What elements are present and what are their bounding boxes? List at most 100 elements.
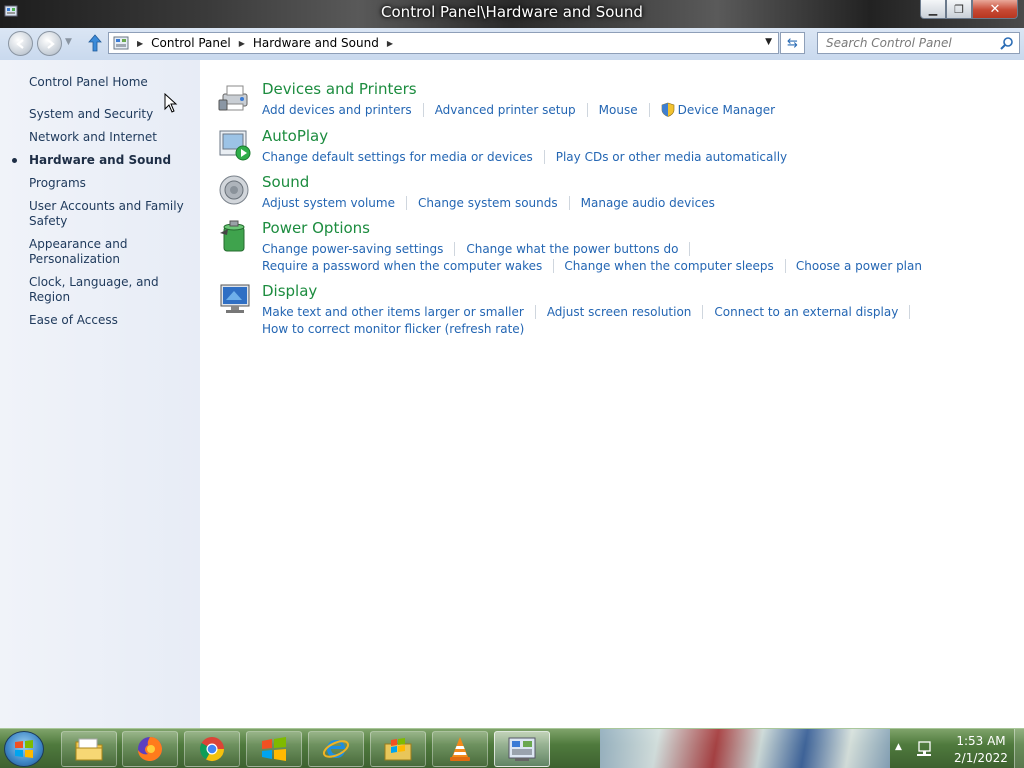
start-button[interactable] [4, 731, 44, 767]
sidebar-item-clock-language-region[interactable]: Clock, Language, and Region [29, 275, 194, 305]
close-icon: ✕ [989, 1, 1001, 17]
link-adjust-system-volume[interactable]: Adjust system volume [262, 196, 395, 210]
address-dropdown-icon[interactable]: ▼ [765, 37, 772, 47]
link-separator [454, 241, 456, 256]
link-change-when-computer-sleeps[interactable]: Change when the computer sleeps [564, 259, 773, 273]
forward-arrow-icon [46, 38, 55, 49]
battery-icon[interactable] [218, 219, 252, 253]
chrome-icon [199, 737, 224, 762]
taskbar-firefox[interactable] [122, 731, 178, 767]
link-manage-audio-devices[interactable]: Manage audio devices [581, 196, 715, 210]
back-arrow-icon [15, 38, 24, 49]
autoplay-icon[interactable] [218, 127, 252, 161]
link-device-manager[interactable]: Device Manager [661, 102, 775, 117]
breadcrumb-hardware-and-sound[interactable]: Hardware and Sound [253, 36, 379, 50]
control-panel-home-link[interactable]: Control Panel Home [29, 75, 148, 89]
close-button[interactable]: ✕ [972, 0, 1018, 19]
link-correct-monitor-flicker[interactable]: How to correct monitor flicker (refresh … [262, 322, 524, 336]
link-device-manager-label[interactable]: Device Manager [678, 103, 775, 117]
link-mouse[interactable]: Mouse [599, 103, 638, 117]
windows-logo-icon [15, 740, 33, 758]
speaker-icon[interactable] [218, 173, 252, 207]
network-icon[interactable] [915, 740, 933, 758]
forward-button[interactable] [37, 31, 62, 56]
printer-icon[interactable] [218, 80, 252, 114]
internet-explorer-icon [322, 740, 350, 758]
window-title: Control Panel\Hardware and Sound [381, 3, 643, 21]
link-play-cds-automatically[interactable]: Play CDs or other media automatically [556, 150, 787, 164]
link-separator [702, 304, 704, 319]
breadcrumb-separator-icon[interactable]: ▶ [239, 39, 245, 48]
display-title[interactable]: Display [262, 282, 317, 300]
power-options-title[interactable]: Power Options [262, 219, 370, 237]
link-add-devices-and-printers[interactable]: Add devices and printers [262, 103, 412, 117]
firefox-icon [138, 737, 162, 761]
breadcrumb-control-panel[interactable]: Control Panel [151, 36, 231, 50]
sidebar-item-appearance[interactable]: Appearance and Personalization [29, 237, 194, 267]
search-box[interactable] [817, 32, 1020, 54]
clock-date: 2/1/2022 [954, 751, 1008, 765]
sound-title[interactable]: Sound [262, 173, 309, 191]
link-choose-power-plan[interactable]: Choose a power plan [796, 259, 922, 273]
clock-time: 1:53 AM [956, 734, 1006, 748]
sidebar-item-network-and-internet[interactable]: Network and Internet [29, 130, 194, 145]
taskbar-file-explorer[interactable] [61, 731, 117, 767]
link-separator [534, 304, 536, 319]
taskbar-windows-explorer-app[interactable] [370, 731, 426, 767]
taskbar-internet-explorer[interactable] [308, 731, 364, 767]
taskbar-vlc[interactable] [432, 731, 488, 767]
devices-and-printers-title[interactable]: Devices and Printers [262, 80, 417, 98]
link-change-power-saving-settings[interactable]: Change power-saving settings [262, 242, 443, 256]
minimize-button[interactable]: ▁ [920, 0, 946, 19]
folder-icon [75, 738, 103, 761]
navigation-bar: ▼ ▶ Control Panel ▶ Hardware and Sound ▶… [0, 28, 1024, 60]
show-desktop-button[interactable] [1014, 729, 1024, 768]
minimize-icon: ▁ [928, 2, 938, 16]
show-hidden-icons-icon[interactable]: ▲ [895, 742, 902, 752]
link-change-system-sounds[interactable]: Change system sounds [418, 196, 558, 210]
autoplay-title[interactable]: AutoPlay [262, 127, 328, 145]
link-separator [568, 195, 570, 210]
up-arrow-icon[interactable] [88, 34, 102, 52]
link-advanced-printer-setup[interactable]: Advanced printer setup [435, 103, 576, 117]
link-separator [586, 102, 588, 117]
breadcrumb-separator-icon[interactable]: ▶ [387, 39, 393, 48]
recent-pages-dropdown-icon[interactable]: ▼ [65, 37, 72, 47]
link-change-power-buttons[interactable]: Change what the power buttons do [466, 242, 678, 256]
link-connect-external-display[interactable]: Connect to an external display [714, 305, 898, 319]
link-make-text-larger[interactable]: Make text and other items larger or smal… [262, 305, 524, 319]
title-bar: Control Panel\Hardware and Sound ▁ ❐ ✕ [0, 0, 1024, 28]
breadcrumb-separator-icon[interactable]: ▶ [137, 39, 143, 48]
sidebar-category-list: System and Security Network and Internet… [12, 107, 194, 336]
link-separator [405, 195, 407, 210]
desktop-wallpaper-strip [600, 729, 890, 768]
search-icon[interactable] [1000, 36, 1014, 50]
link-separator [543, 149, 545, 164]
taskbar-control-panel[interactable] [494, 731, 550, 767]
windows-folder-icon [384, 738, 412, 761]
address-bar[interactable]: ▶ Control Panel ▶ Hardware and Sound ▶ ▼ [108, 32, 779, 54]
sidebar-item-hardware-and-sound[interactable]: Hardware and Sound [12, 153, 194, 168]
sidebar-item-ease-of-access[interactable]: Ease of Access [29, 313, 194, 328]
taskbar-windows-app[interactable] [246, 731, 302, 767]
mouse-cursor-icon [164, 93, 178, 113]
refresh-button[interactable]: ⇆ [780, 32, 805, 54]
back-button[interactable] [8, 31, 33, 56]
link-require-password-on-wake[interactable]: Require a password when the computer wak… [262, 259, 542, 273]
left-navigation-pane: Control Panel Home System and Security N… [0, 60, 200, 728]
clock[interactable]: 1:53 AM 2/1/2022 [949, 733, 1013, 767]
monitor-icon[interactable] [218, 282, 252, 316]
restore-button[interactable]: ❐ [946, 0, 972, 19]
system-tray: ▲ 1:53 AM 2/1/2022 [889, 729, 1024, 768]
control-panel-taskbar-icon [508, 737, 536, 761]
taskbar-chrome[interactable] [184, 731, 240, 767]
link-separator [422, 102, 424, 117]
link-change-default-settings-media[interactable]: Change default settings for media or dev… [262, 150, 533, 164]
sidebar-item-user-accounts[interactable]: User Accounts and Family Safety [29, 199, 194, 229]
search-input[interactable] [818, 33, 998, 53]
sidebar-item-programs[interactable]: Programs [29, 176, 194, 191]
control-panel-icon [113, 36, 129, 50]
taskbar: ▲ 1:53 AM 2/1/2022 [0, 728, 1024, 768]
windows-flag-icon [262, 737, 286, 761]
link-adjust-screen-resolution[interactable]: Adjust screen resolution [547, 305, 692, 319]
